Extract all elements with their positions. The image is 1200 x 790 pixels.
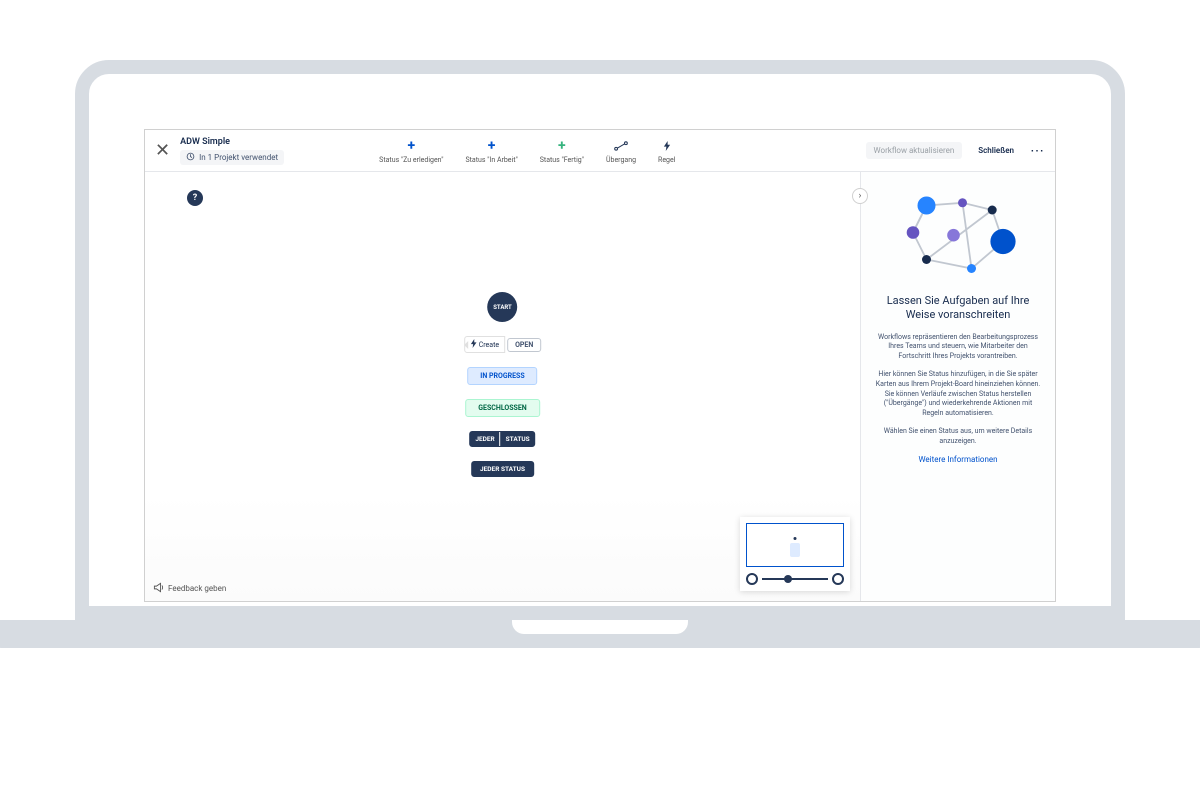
transition-icon <box>613 138 629 154</box>
laptop-frame: ✕ ADW Simple In 1 Projekt verwendet + St… <box>75 60 1125 620</box>
feedback-label: Feedback geben <box>168 584 226 593</box>
panel-title: Lassen Sie Aufgaben auf Ihre Weise voran… <box>873 294 1043 323</box>
start-node[interactable]: START <box>487 292 517 322</box>
header-bar: ✕ ADW Simple In 1 Projekt verwendet + St… <box>145 130 1055 172</box>
zoom-in-icon[interactable] <box>832 573 844 585</box>
plus-icon: + <box>554 138 570 154</box>
app-window: ✕ ADW Simple In 1 Projekt verwendet + St… <box>144 129 1056 602</box>
workflow-title: ADW Simple <box>180 137 284 147</box>
status-closed-node[interactable]: GESCHLOSSEN <box>465 399 539 417</box>
project-usage-label: In 1 Projekt verwendet <box>199 153 278 162</box>
status-any-node-2[interactable]: JEDER STATUS <box>471 461 534 477</box>
minimap-viewport[interactable] <box>746 523 844 567</box>
panel-paragraph-1: Workflows repräsentieren den Bearbeitung… <box>873 333 1043 362</box>
clock-icon <box>186 152 195 163</box>
plus-icon: + <box>403 138 419 154</box>
status-inprogress-node[interactable]: IN PROGRESS <box>467 367 537 385</box>
close-icon[interactable]: ✕ <box>155 142 170 160</box>
zoom-out-icon[interactable] <box>746 573 758 585</box>
toolbar: + Status "Zu erledigen" + Status "In Arb… <box>379 138 675 164</box>
status-open-node[interactable]: OPEN <box>507 338 541 352</box>
laptop-base <box>0 620 1200 648</box>
plus-icon: + <box>484 138 500 154</box>
panel-paragraph-3: Wählen Sie einen Status aus, um weitere … <box>873 427 1043 447</box>
workflow-diagram: START Create OPEN IN PROGRESS GESCHLO <box>464 292 542 477</box>
close-button[interactable]: Schließen <box>970 142 1022 159</box>
megaphone-icon <box>153 582 164 595</box>
update-workflow-button[interactable]: Workflow aktualisieren <box>866 142 963 159</box>
create-label: Create <box>479 341 499 349</box>
info-panel: › Lassen <box>860 172 1055 601</box>
panel-paragraph-2: Hier können Sie Status hinzufügen, in di… <box>873 370 1043 419</box>
more-menu-icon[interactable]: ⋯ <box>1030 143 1045 159</box>
toolbar-inprogress-label: Status "In Arbeit" <box>465 156 517 164</box>
create-transition-chip[interactable]: Create <box>464 336 505 353</box>
minimap <box>740 517 850 591</box>
toolbar-rule-label: Regel <box>658 156 675 164</box>
feedback-button[interactable]: Feedback geben <box>153 582 226 595</box>
panel-collapse-icon[interactable]: › <box>852 188 868 204</box>
zoom-slider-thumb[interactable] <box>784 575 792 583</box>
toolbar-transition-label: Übergang <box>606 156 636 164</box>
add-status-inprogress-button[interactable]: + Status "In Arbeit" <box>465 138 517 164</box>
help-icon[interactable]: ? <box>187 190 203 206</box>
toolbar-done-label: Status "Fertig" <box>540 156 584 164</box>
more-info-link[interactable]: Weitere Informationen <box>918 455 997 464</box>
zoom-slider[interactable] <box>762 578 828 580</box>
lightning-icon <box>659 138 675 154</box>
status-any-node-1[interactable]: JEDERSTATUS <box>469 431 535 447</box>
add-rule-button[interactable]: Regel <box>658 138 675 164</box>
laptop-notch <box>510 620 690 636</box>
network-illustration <box>893 192 1023 282</box>
add-transition-button[interactable]: Übergang <box>606 138 636 164</box>
project-usage-chip[interactable]: In 1 Projekt verwendet <box>180 150 284 165</box>
add-status-todo-button[interactable]: + Status "Zu erledigen" <box>379 138 443 164</box>
toolbar-todo-label: Status "Zu erledigen" <box>379 156 443 164</box>
lightning-icon <box>470 339 477 350</box>
workflow-canvas[interactable]: ? START Create OPEN IN PR <box>145 172 860 601</box>
add-status-done-button[interactable]: + Status "Fertig" <box>540 138 584 164</box>
